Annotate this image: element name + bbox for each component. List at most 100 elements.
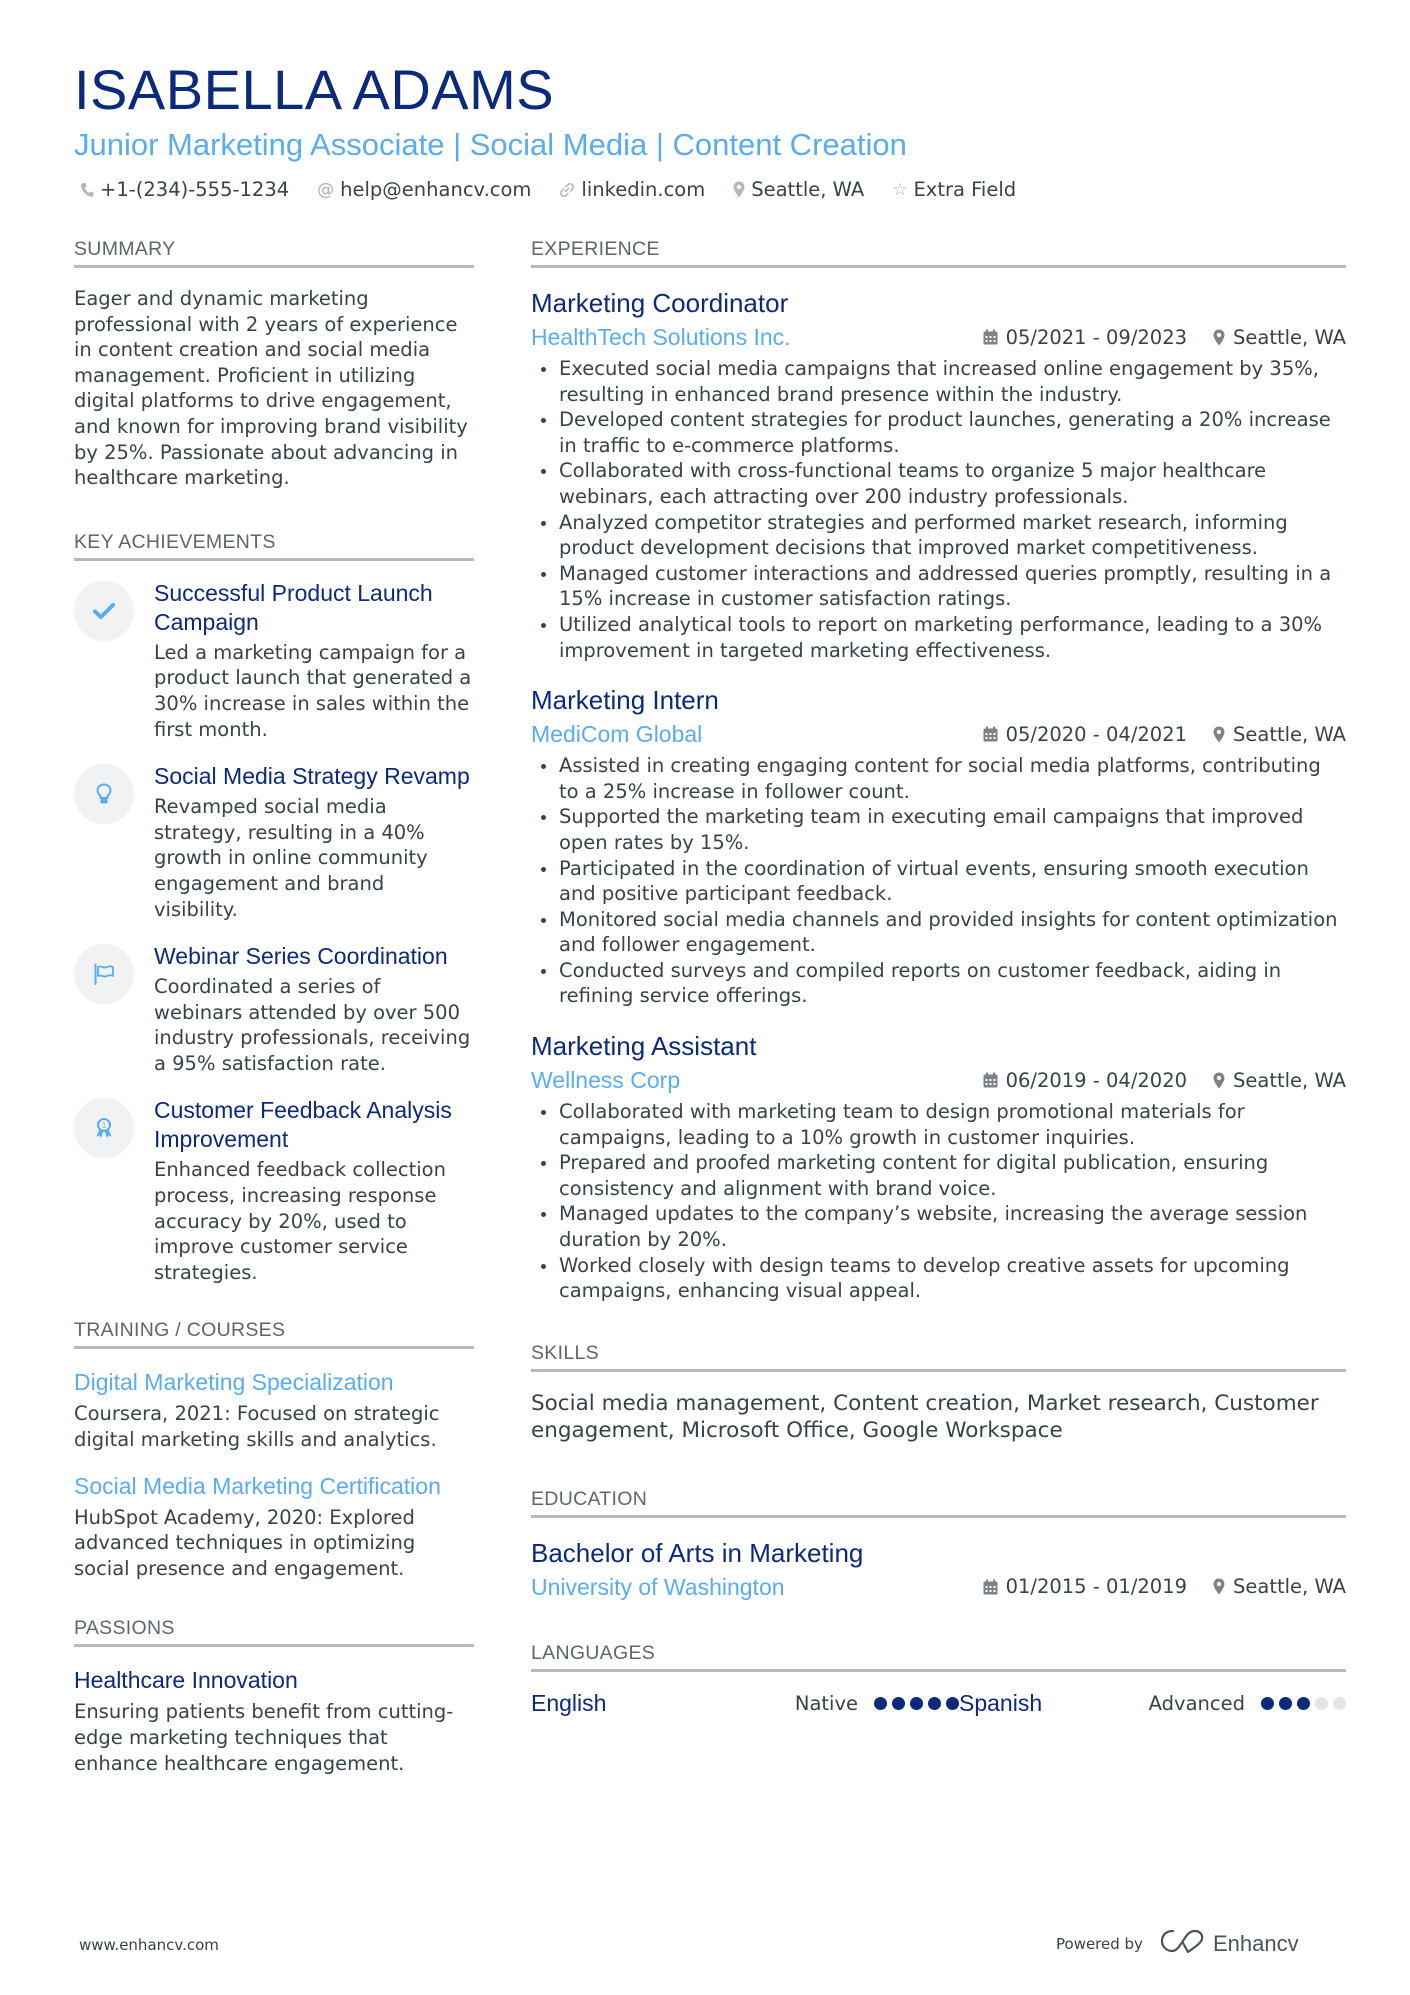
contact-phone[interactable]: +1-(234)-555-1234 <box>80 178 289 201</box>
skills-text: Social media management, Content creatio… <box>531 1390 1319 1443</box>
brand-logo[interactable]: Enhancv <box>1159 1928 1299 1960</box>
company-name: MediCom Global <box>531 721 703 748</box>
job-dates: 05/2021 - 09/2023 <box>1005 325 1188 349</box>
job-bullet: Executed social media campaigns that inc… <box>531 356 1346 407</box>
course-title: Social Media Marketing Certification <box>74 1472 441 1499</box>
training-section: TRAINING / COURSES Digital Marketing Spe… <box>74 1319 474 1581</box>
at-icon: @ <box>317 179 335 200</box>
passions-section: PASSIONS Healthcare Innovation Ensuring … <box>74 1617 474 1776</box>
calendar-icon <box>983 726 998 742</box>
flag-icon <box>74 944 134 1005</box>
school-name: University of Washington <box>531 1573 785 1600</box>
job-bullets: Collaborated with marketing team to desi… <box>531 1099 1346 1304</box>
achievement-item: Successful Product Launch Campaign Led a… <box>74 579 474 742</box>
language-item: Spanish Advanced <box>959 1690 1346 1717</box>
rating-dot-empty <box>1333 1696 1346 1710</box>
location-icon <box>1213 329 1225 346</box>
job-title: Marketing Coordinator <box>531 288 789 318</box>
location-icon <box>1213 726 1225 743</box>
resume-page: ISABELLA ADAMS Junior Marketing Associat… <box>0 0 1410 1995</box>
contact-linkedin[interactable]: linkedin.com <box>559 178 705 201</box>
achievement-title: Successful Product Launch Campaign <box>154 579 433 635</box>
job-bullet: Assisted in creating engaging content fo… <box>531 753 1346 804</box>
achievement-text: Led a marketing campaign for a product l… <box>154 640 472 741</box>
job-bullet: Managed updates to the company’s website… <box>531 1201 1346 1252</box>
achievement-item: Webinar Series Coordination Coordinated … <box>74 942 474 1076</box>
rating-dot-filled <box>946 1696 959 1710</box>
footer-website[interactable]: www.enhancv.com <box>79 1936 219 1954</box>
rating-dot-filled <box>1279 1696 1292 1710</box>
job-location: Seattle, WA <box>1233 325 1346 349</box>
job-location: Seattle, WA <box>1233 722 1346 746</box>
company-name: Wellness Corp <box>531 1067 681 1094</box>
achievement-title: Customer Feedback Analysis Improvement <box>154 1097 452 1153</box>
passion-title: Healthcare Innovation <box>74 1667 298 1694</box>
job-bullet: Participated in the coordination of virt… <box>531 856 1346 907</box>
powered-by-label: Powered by <box>1056 1935 1143 1953</box>
rating-dot-filled <box>892 1696 905 1710</box>
achievement-title: Social Media Strategy Revamp <box>154 763 470 790</box>
section-heading-skills: SKILLS <box>531 1342 1346 1372</box>
job-bullet: Utilized analytical tools to report on m… <box>531 612 1346 663</box>
achievement-text: Revamped social media strategy, resultin… <box>154 795 428 921</box>
lightbulb-icon <box>74 764 134 825</box>
job-bullet: Prepared and proofed marketing content f… <box>531 1150 1346 1201</box>
footer-branding: Powered by Enhancv <box>1056 1928 1299 1960</box>
job-location: Seattle, WA <box>1233 1068 1346 1092</box>
rating-dot-filled <box>874 1696 887 1710</box>
star-icon: ☆ <box>892 179 908 200</box>
contact-location: Seattle, WA <box>733 178 864 201</box>
location-icon <box>733 181 745 198</box>
job-title: Marketing Assistant <box>531 1031 757 1062</box>
job-bullet: Collaborated with cross-functional teams… <box>531 458 1346 509</box>
passion-text: Ensuring patients benefit from cutting-e… <box>74 1700 454 1775</box>
summary-text: Eager and dynamic marketing professional… <box>74 287 468 490</box>
section-heading-languages: LANGUAGES <box>531 1642 1346 1672</box>
achievement-item: Social Media Strategy Revamp Revamped so… <box>74 762 474 922</box>
education-section: EDUCATION Bachelor of Arts in Marketing … <box>531 1488 1346 1602</box>
languages-section: LANGUAGES English Native Spanish Advance… <box>531 1642 1346 1717</box>
course-title: Digital Marketing Specialization <box>74 1369 394 1396</box>
education-location: Seattle, WA <box>1233 1575 1346 1599</box>
checkmark-icon <box>74 580 134 641</box>
achievements-section: KEY ACHIEVEMENTS Successful Product Laun… <box>74 531 474 1286</box>
rating-dot-filled <box>1261 1696 1274 1710</box>
achievement-title: Webinar Series Coordination <box>154 943 448 970</box>
candidate-name: ISABELLA ADAMS <box>74 58 555 121</box>
language-name: English <box>531 1689 607 1716</box>
summary-section: SUMMARY Eager and dynamic marketing prof… <box>74 238 474 491</box>
section-heading-summary: SUMMARY <box>74 238 474 268</box>
language-name: Spanish <box>959 1689 1043 1716</box>
link-icon <box>559 182 575 198</box>
rating-dot-filled <box>1297 1696 1310 1710</box>
language-rating <box>1261 1696 1346 1710</box>
job-bullet: Collaborated with marketing team to desi… <box>531 1099 1346 1150</box>
job-bullets: Executed social media campaigns that inc… <box>531 356 1346 663</box>
job-bullet: Conducted surveys and compiled reports o… <box>531 958 1346 1009</box>
experience-entry: Marketing Intern MediCom Global 05/2020 … <box>531 683 1346 1009</box>
right-column: EXPERIENCE Marketing Coordinator HealthT… <box>531 238 1346 1717</box>
award-ribbon-icon: 1 <box>74 1098 134 1159</box>
education-dates: 01/2015 - 01/2019 <box>1005 1575 1188 1599</box>
rating-dot-filled <box>910 1696 923 1710</box>
job-dates: 05/2020 - 04/2021 <box>1005 722 1188 746</box>
course-item: Social Media Marketing Certification Hub… <box>74 1471 474 1582</box>
section-heading-passions: PASSIONS <box>74 1617 474 1648</box>
job-dates: 06/2019 - 04/2020 <box>1005 1068 1188 1092</box>
course-text: HubSpot Academy, 2020: Explored advanced… <box>74 1505 416 1580</box>
education-entry: Bachelor of Arts in Marketing University… <box>531 1536 1346 1602</box>
language-level: Native <box>794 1691 858 1715</box>
contact-extra: ☆ Extra Field <box>892 178 1016 201</box>
company-name: HealthTech Solutions Inc. <box>531 324 791 350</box>
section-heading-education: EDUCATION <box>531 1488 1346 1518</box>
course-item: Digital Marketing Specialization Courser… <box>74 1367 474 1452</box>
svg-text:1: 1 <box>102 1121 107 1130</box>
phone-icon <box>80 182 94 198</box>
skills-section: SKILLS Social media management, Content … <box>531 1342 1346 1444</box>
contact-email-text: help@enhancv.com <box>340 178 532 201</box>
experience-entry: Marketing Assistant Wellness Corp 06/201… <box>531 1029 1346 1304</box>
location-icon <box>1213 1072 1225 1089</box>
contact-email[interactable]: @ help@enhancv.com <box>317 178 531 201</box>
contact-phone-text: +1-(234)-555-1234 <box>100 178 290 201</box>
experience-entry: Marketing Coordinator HealthTech Solutio… <box>531 286 1346 663</box>
